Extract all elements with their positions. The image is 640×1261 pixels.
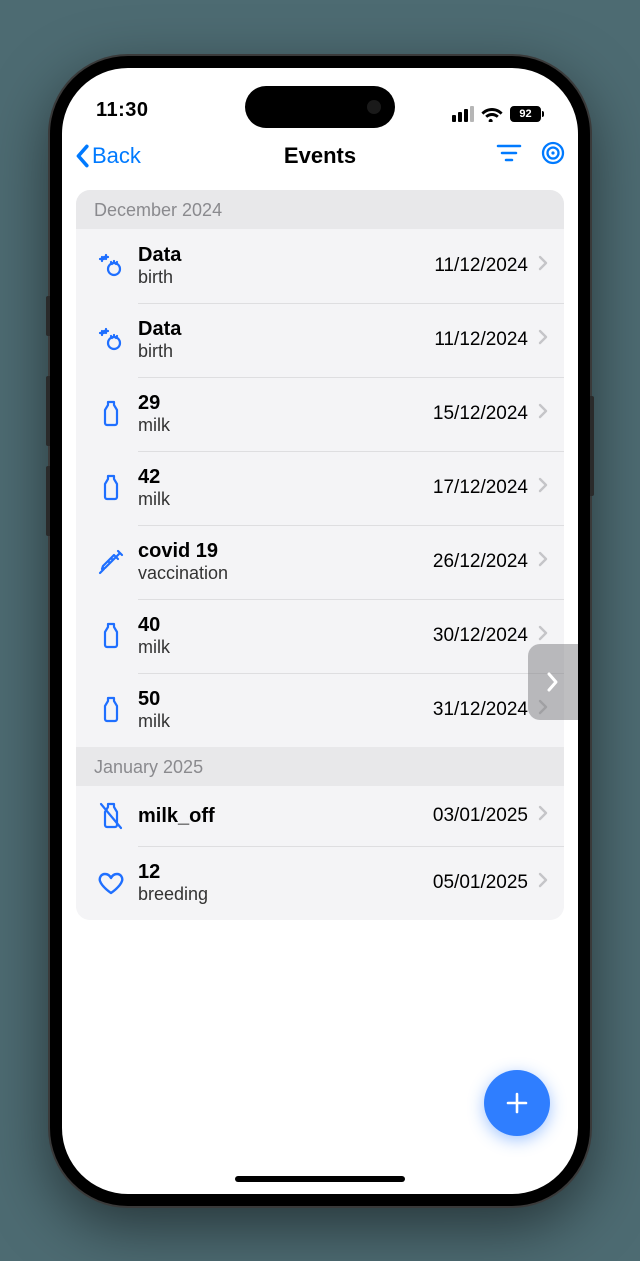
event-row[interactable]: milk_off 03/01/2025 [76, 786, 564, 846]
events-list: December 2024 Databirth 11/12/2024 Datab… [76, 190, 564, 920]
event-date: 30/12/2024 [433, 625, 528, 647]
nav-bar: Back Events [62, 128, 578, 184]
event-row[interactable]: 29milk 15/12/2024 [76, 377, 564, 451]
phone-frame: 11:30 92 Back Events [50, 56, 590, 1206]
chevron-right-icon [538, 255, 548, 276]
birth-icon [94, 325, 128, 355]
event-title: 42 [138, 465, 433, 489]
event-title: Data [138, 243, 434, 267]
milk-icon [94, 473, 128, 503]
filter-icon[interactable] [496, 143, 522, 168]
chevron-right-icon [538, 329, 548, 350]
cellular-icon [452, 106, 474, 122]
section-header: January 2025 [76, 747, 564, 786]
battery-icon: 92 [510, 106, 544, 122]
event-row[interactable]: Databirth 11/12/2024 [76, 229, 564, 303]
home-indicator[interactable] [235, 1176, 405, 1182]
event-row[interactable]: covid 19vaccination 26/12/2024 [76, 525, 564, 599]
chevron-right-icon [538, 403, 548, 424]
add-button[interactable] [484, 1070, 550, 1136]
milk-icon [94, 621, 128, 651]
back-label: Back [92, 143, 141, 169]
event-row[interactable]: 50milk 31/12/2024 [76, 673, 564, 747]
scroll-handle[interactable] [528, 644, 578, 720]
content: December 2024 Databirth 11/12/2024 Datab… [62, 184, 578, 1164]
event-title: 12 [138, 860, 433, 884]
event-title: milk_off [138, 804, 433, 828]
milk-icon [94, 399, 128, 429]
wifi-icon [481, 106, 503, 122]
event-sub: milk [138, 415, 433, 436]
event-title: 40 [138, 613, 433, 637]
chevron-right-icon [538, 872, 548, 893]
event-date: 26/12/2024 [433, 551, 528, 573]
event-sub: breeding [138, 884, 433, 905]
event-date: 05/01/2025 [433, 872, 528, 894]
event-date: 15/12/2024 [433, 403, 528, 425]
section-header: December 2024 [76, 190, 564, 229]
event-date: 31/12/2024 [433, 699, 528, 721]
event-sub: birth [138, 267, 434, 288]
event-sub: milk [138, 489, 433, 510]
heart-icon [94, 870, 128, 896]
event-sub: milk [138, 711, 433, 732]
event-row[interactable]: Databirth 11/12/2024 [76, 303, 564, 377]
milk-icon [94, 695, 128, 725]
page-title: Events [284, 143, 356, 169]
chevron-right-icon [538, 625, 548, 646]
status-time: 11:30 [96, 99, 149, 122]
event-sub: vaccination [138, 563, 433, 584]
event-sub: milk [138, 637, 433, 658]
dynamic-island [245, 86, 395, 128]
back-button[interactable]: Back [74, 143, 141, 169]
event-date: 03/01/2025 [433, 805, 528, 827]
event-title: 29 [138, 391, 433, 415]
event-row[interactable]: 12breeding 05/01/2025 [76, 846, 564, 920]
event-row[interactable]: 40milk 30/12/2024 [76, 599, 564, 673]
event-title: 50 [138, 687, 433, 711]
event-title: Data [138, 317, 434, 341]
event-date: 11/12/2024 [434, 329, 528, 351]
event-date: 11/12/2024 [434, 255, 528, 277]
screen: 11:30 92 Back Events [62, 68, 578, 1194]
event-sub: birth [138, 341, 434, 362]
event-title: covid 19 [138, 539, 433, 563]
event-date: 17/12/2024 [433, 477, 528, 499]
milk-off-icon [94, 801, 128, 831]
chevron-right-icon [538, 805, 548, 826]
syringe-icon [94, 547, 128, 577]
chevron-right-icon [538, 477, 548, 498]
birth-icon [94, 251, 128, 281]
event-row[interactable]: 42milk 17/12/2024 [76, 451, 564, 525]
target-icon[interactable] [540, 140, 566, 171]
chevron-right-icon [538, 551, 548, 572]
